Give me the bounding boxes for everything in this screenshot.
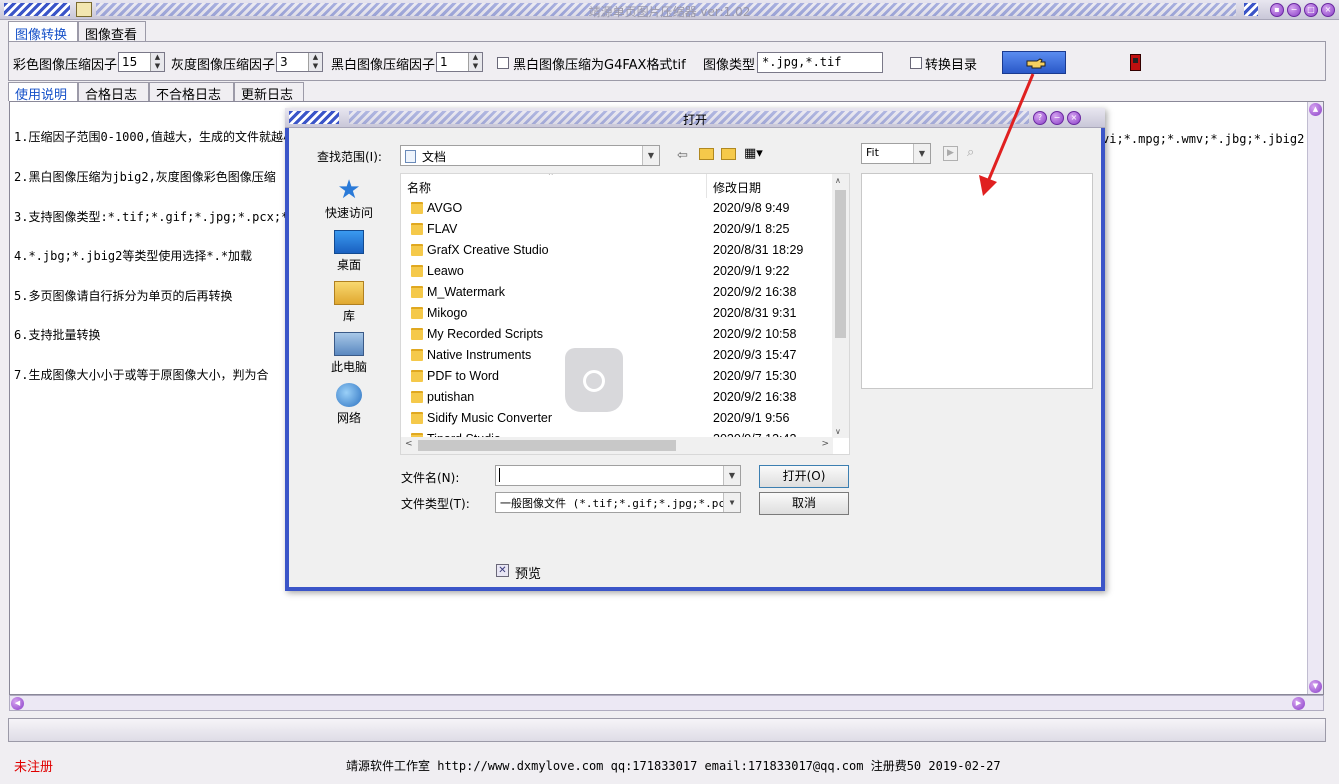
annotation-arrow [979,73,1035,196]
